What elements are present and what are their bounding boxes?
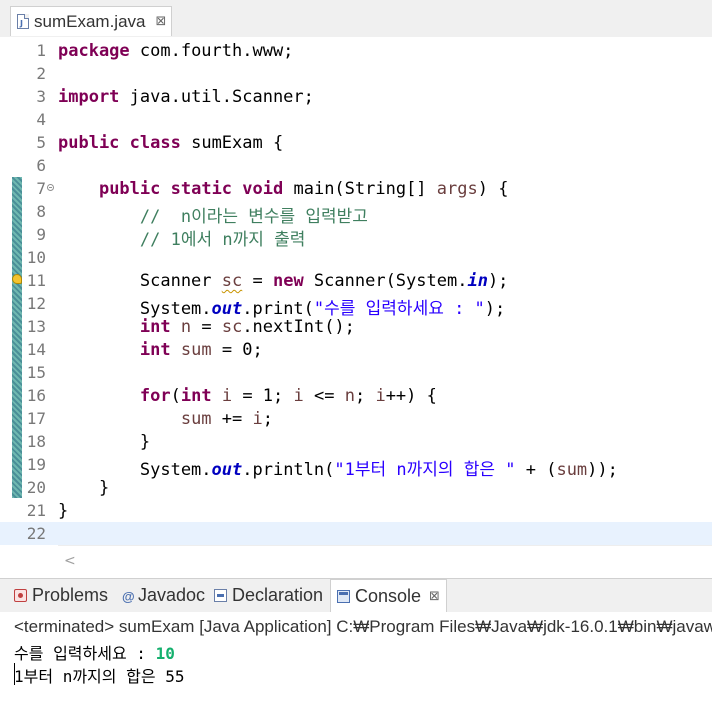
fold-collapse-icon[interactable] — [47, 184, 54, 191]
line-number: 6 — [36, 156, 46, 175]
code-text: } — [58, 478, 110, 498]
code-line[interactable]: 5 public class sumExam { — [0, 131, 712, 154]
line-number: 3 — [36, 87, 46, 106]
code-text: } — [58, 432, 151, 452]
line-number: 8 — [36, 202, 46, 221]
code-line[interactable]: 2 — [0, 62, 712, 85]
close-icon[interactable]: ⊠ — [429, 589, 440, 604]
code-text: sum += i; — [180, 409, 273, 429]
code-text: import java.util.Scanner; — [58, 87, 314, 107]
code-line[interactable]: 16 for(int i = 1; i <= n; i++) { — [0, 384, 712, 407]
javadoc-icon: @ — [122, 589, 135, 604]
line-number: 4 — [36, 110, 46, 129]
code-text: } — [58, 501, 69, 521]
line-number: 1 — [36, 41, 46, 60]
line-number: 22 — [26, 524, 46, 543]
code-editor[interactable]: 1 package com.fourth.www; 2 3 import java.ut… — [0, 37, 712, 545]
code-line[interactable]: 11 Scanner sc = new Scanner(System.in); — [0, 269, 712, 292]
tab-javadoc[interactable]: @ Javadoc — [122, 579, 205, 612]
code-line[interactable]: 1 package com.fourth.www; — [0, 39, 712, 62]
line-number: 10 — [26, 248, 46, 267]
close-icon[interactable]: ⊠ — [155, 14, 166, 29]
tab-problems-label: Problems — [32, 585, 109, 605]
console-output[interactable]: <terminated> sumExam [Java Application] … — [0, 612, 712, 709]
console-user-input: 10 — [155, 644, 175, 663]
code-line[interactable]: 8 // n이라는 변수를 입력받고 — [0, 200, 712, 227]
line-number: 15 — [26, 363, 46, 382]
line-number: 9 — [36, 225, 46, 244]
text-caret — [14, 663, 15, 685]
line-number: 18 — [26, 432, 46, 451]
editor-tab-sumexam[interactable]: J sumExam.java ⊠ — [10, 6, 172, 36]
scroll-left-arrow-icon[interactable]: < — [64, 553, 76, 569]
line-number: 21 — [26, 501, 46, 520]
panel-tab-bar: Problems @ Javadoc Declaration Console ⊠ — [0, 578, 712, 613]
code-line[interactable]: 12 System.out.print("수를 입력하세요 : "); — [0, 292, 712, 319]
code-text: int n = sc.nextInt(); — [139, 317, 355, 337]
code-text: package com.fourth.www; — [58, 41, 294, 61]
console-status: <terminated> sumExam [Java Application] … — [14, 617, 712, 636]
tab-declaration-label: Declaration — [232, 585, 324, 605]
code-line[interactable]: 10 — [0, 246, 712, 269]
java-file-icon: J — [17, 14, 29, 29]
line-number: 12 — [26, 294, 46, 313]
console-prompt: 수를 입력하세요 : — [14, 644, 156, 663]
console-prompt-line: 수를 입력하세요 : 10 — [14, 640, 175, 664]
code-text: public static void main(String[] args) { — [98, 179, 509, 199]
code-line[interactable]: 17 sum += i; — [0, 407, 712, 430]
line-number: 16 — [26, 386, 46, 405]
code-text: Scanner sc = new Scanner(System.in); — [58, 271, 509, 291]
line-number: 2 — [36, 64, 46, 83]
declaration-icon — [214, 589, 227, 602]
tab-javadoc-label: Javadoc — [138, 585, 206, 605]
code-line[interactable]: 3 import java.util.Scanner; — [0, 85, 712, 108]
warning-icon[interactable] — [12, 274, 22, 284]
code-line[interactable]: 20 } — [0, 476, 712, 499]
tab-problems[interactable]: Problems — [14, 579, 108, 612]
line-number: 13 — [26, 317, 46, 336]
code-line[interactable]: 4 — [0, 108, 712, 131]
tab-declaration[interactable]: Declaration — [214, 579, 323, 612]
line-number: 11 — [26, 271, 46, 290]
line-number: 20 — [26, 478, 46, 497]
console-result: 1부터 n까지의 합은 55 — [14, 667, 185, 686]
code-line[interactable]: 15 — [0, 361, 712, 384]
tab-console[interactable]: Console ⊠ — [330, 579, 447, 612]
tab-console-label: Console — [355, 585, 422, 606]
code-line[interactable]: 7 public static void main(String[] args)… — [0, 177, 712, 200]
horizontal-scrollbar[interactable]: < — [58, 545, 712, 578]
code-line[interactable]: 22 — [0, 522, 712, 545]
code-line[interactable]: 18 } — [0, 430, 712, 453]
line-number: 7 — [36, 179, 46, 198]
code-line[interactable]: 6 — [0, 154, 712, 177]
editor-tab-bar: J sumExam.java ⊠ — [0, 0, 712, 38]
code-line[interactable]: 21} — [0, 499, 712, 522]
code-line[interactable]: 14 int sum = 0; — [0, 338, 712, 361]
code-line[interactable]: 9 // 1에서 n까지 출력 — [0, 223, 712, 250]
code-line[interactable]: 13 int n = sc.nextInt(); — [0, 315, 712, 338]
editor-tab-label: sumExam.java — [34, 11, 146, 31]
console-icon — [337, 589, 350, 603]
code-text: public class sumExam { — [58, 133, 284, 153]
code-text: for(int i = 1; i <= n; i++) { — [139, 386, 437, 406]
line-number: 17 — [26, 409, 46, 428]
line-number: 19 — [26, 455, 46, 474]
code-line[interactable]: 19 System.out.println("1부터 n까지의 합은 " + (… — [0, 453, 712, 480]
line-number: 14 — [26, 340, 46, 359]
line-number: 5 — [36, 133, 46, 152]
problems-icon — [14, 589, 27, 602]
code-text: int sum = 0; — [139, 340, 263, 360]
